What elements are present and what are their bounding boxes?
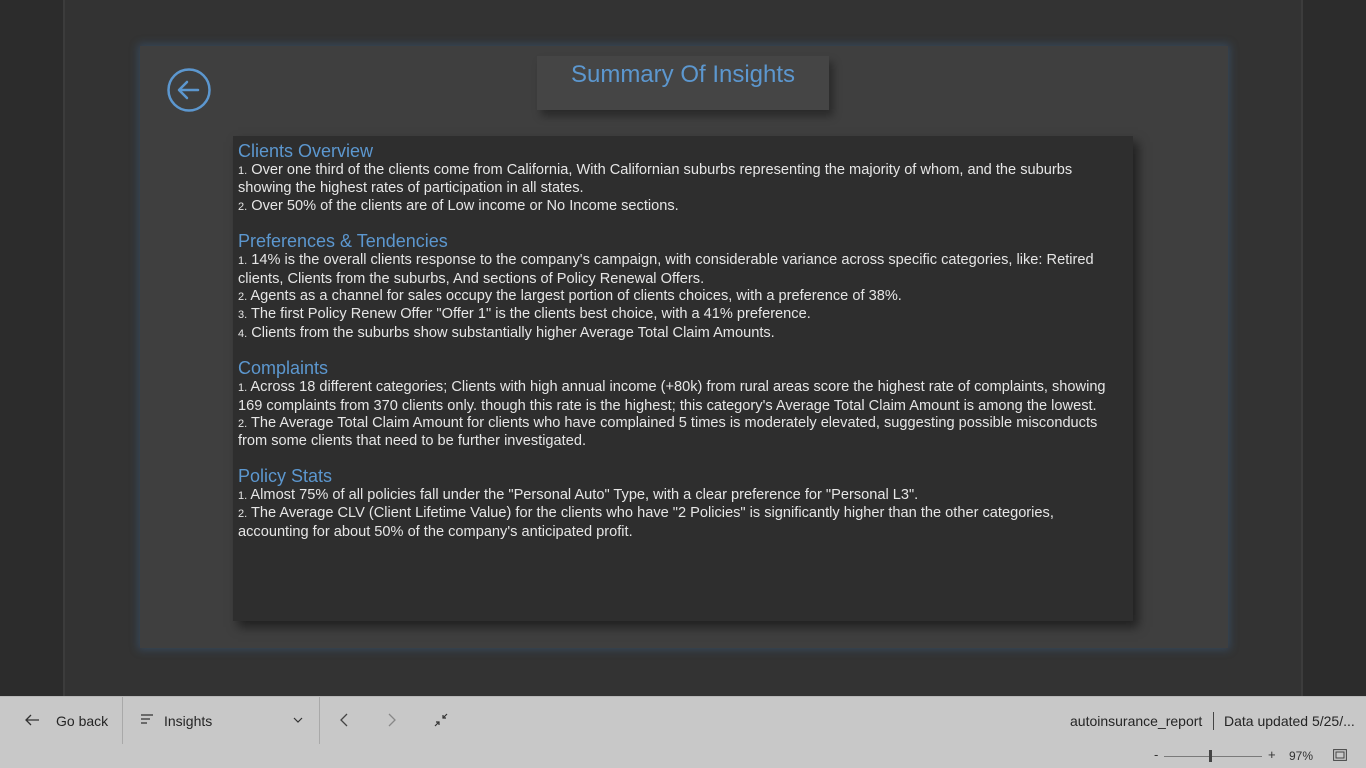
item-number: 4. [238, 327, 248, 340]
page-selector-label: Insights [164, 713, 213, 729]
section-title: Complaints [238, 358, 329, 379]
item-number: 1. [238, 489, 248, 502]
arrow-left-icon [25, 714, 39, 726]
insight-item: 2. Over 50% of the clients are of Low in… [238, 198, 1128, 216]
insights-text-box: Clients Overview 1. Over one third of the… [233, 136, 1133, 621]
section-title: Clients Overview [238, 141, 374, 161]
insight-item: 3. The first Policy Renew Offer "Offer 1… [238, 306, 1128, 324]
item-text: Over one third of the clients come from … [238, 162, 1073, 197]
next-page-icon[interactable] [386, 711, 398, 729]
insight-section: Complaints 1. Across 18 different categor… [238, 358, 1128, 451]
page-title: Summary Of Insights [570, 61, 796, 88]
insight-item: 2. The Average CLV (Client Lifetime Valu… [238, 505, 1128, 541]
previous-page-icon[interactable] [338, 711, 350, 729]
item-number: 1. [238, 255, 248, 268]
item-text: Across 18 different categories; Clients … [238, 379, 1106, 414]
zoom-bar: - + 97% [0, 744, 1366, 768]
divider [1213, 712, 1214, 730]
item-text: Over 50% of the clients are of Low incom… [247, 197, 679, 214]
insight-section: Clients Overview 1. Over one third of the… [238, 141, 1128, 216]
back-arrow-circle-icon[interactable] [167, 68, 211, 112]
go-back-label: Go back [56, 713, 109, 729]
insight-item: 4. Clients from the suburbs show substan… [238, 325, 1128, 343]
title-card: Summary Of Insights [537, 56, 829, 110]
report-footer-bar: Go back Insights autoinsurance_report Da… [0, 696, 1366, 744]
insight-section: Policy Stats 1. Almost 75% of all policie… [238, 466, 1128, 541]
data-updated-label: Data updated 5/25/... [1224, 713, 1355, 729]
insight-item: 1. Across 18 different categories; Clien… [238, 379, 1128, 415]
report-canvas: Summary Of Insights Clients Overview 1. O… [0, 0, 1366, 696]
item-text: The Average CLV (Client Lifetime Value) … [238, 505, 1054, 540]
item-number: 2. [238, 200, 248, 213]
fit-to-page-icon[interactable] [1333, 749, 1347, 761]
section-title: Preferences & Tendencies [238, 231, 448, 252]
item-text: Almost 75% of all policies fall under th… [247, 486, 919, 503]
item-text: The Average Total Claim Amount for clien… [238, 415, 1098, 450]
item-number: 2. [238, 291, 248, 304]
insight-item: 1. Almost 75% of all policies fall under… [238, 487, 1128, 505]
go-back-button[interactable]: Go back [0, 697, 123, 744]
list-icon [141, 714, 153, 724]
zoom-percentage: 97% [1289, 749, 1314, 763]
item-number: 3. [238, 309, 248, 322]
insight-section: Preferences & Tendencies 1. 14% is the ov… [238, 231, 1128, 343]
zoom-slider-track[interactable] [1164, 756, 1262, 757]
insight-item: 2. The Average Total Claim Amount for cl… [238, 415, 1128, 451]
insight-item: 2. Agents as a channel for sales occupy … [238, 288, 1128, 306]
zoom-slider-thumb[interactable] [1209, 750, 1213, 762]
insight-item: 1. 14% is the overall clients response t… [238, 252, 1128, 288]
section-title: Policy Stats [238, 465, 333, 486]
item-number: 1. [238, 165, 248, 177]
insight-item: 1. Over one third of the clients come fr… [238, 162, 1128, 198]
item-text: Agents as a channel for sales occupy the… [247, 288, 902, 305]
zoom-out-button[interactable]: - [1154, 747, 1158, 762]
item-number: 2. [238, 418, 248, 431]
collapse-icon[interactable] [433, 711, 449, 729]
item-number: 2. [238, 508, 248, 521]
item-number: 1. [238, 382, 248, 395]
item-text: 14% is the overall clients response to t… [238, 252, 1094, 287]
report-name[interactable]: autoinsurance_report [1070, 713, 1202, 729]
page-selector-dropdown[interactable]: Insights [123, 697, 320, 744]
item-text: Clients from the suburbs show substantia… [247, 324, 775, 341]
chevron-down-icon [293, 717, 303, 723]
zoom-in-button[interactable]: + [1268, 747, 1276, 762]
item-text: The first Policy Renew Offer "Offer 1" i… [247, 306, 811, 323]
